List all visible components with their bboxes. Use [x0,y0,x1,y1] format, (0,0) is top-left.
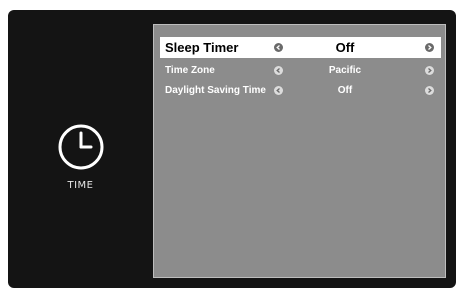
menu-item-time-zone[interactable]: Time Zone Pacific [160,64,441,78]
section-title: TIME [67,180,94,191]
arrow-right-icon[interactable] [425,43,434,52]
clock-icon [56,122,106,172]
menu-item-label: Sleep Timer [165,40,239,55]
section-panel: TIME [8,10,153,288]
menu-item-label: Daylight Saving Time [165,85,266,96]
arrow-right-icon[interactable] [425,66,434,75]
time-menu: Sleep Timer Off Time Zone Pacific Daylig… [153,24,446,278]
menu-item-value: Off [337,85,353,96]
menu-item-sleep-timer[interactable]: Sleep Timer Off [160,37,441,58]
menu-item-label: Time Zone [165,65,215,76]
menu-item-value: Pacific [328,65,362,76]
menu-item-value: Off [335,40,355,55]
menu-item-daylight-saving-time[interactable]: Daylight Saving Time Off [160,84,441,98]
tv-screen: TIME Sleep Timer Off Time Zone Pacific D… [8,10,456,288]
arrow-right-icon[interactable] [425,86,434,95]
